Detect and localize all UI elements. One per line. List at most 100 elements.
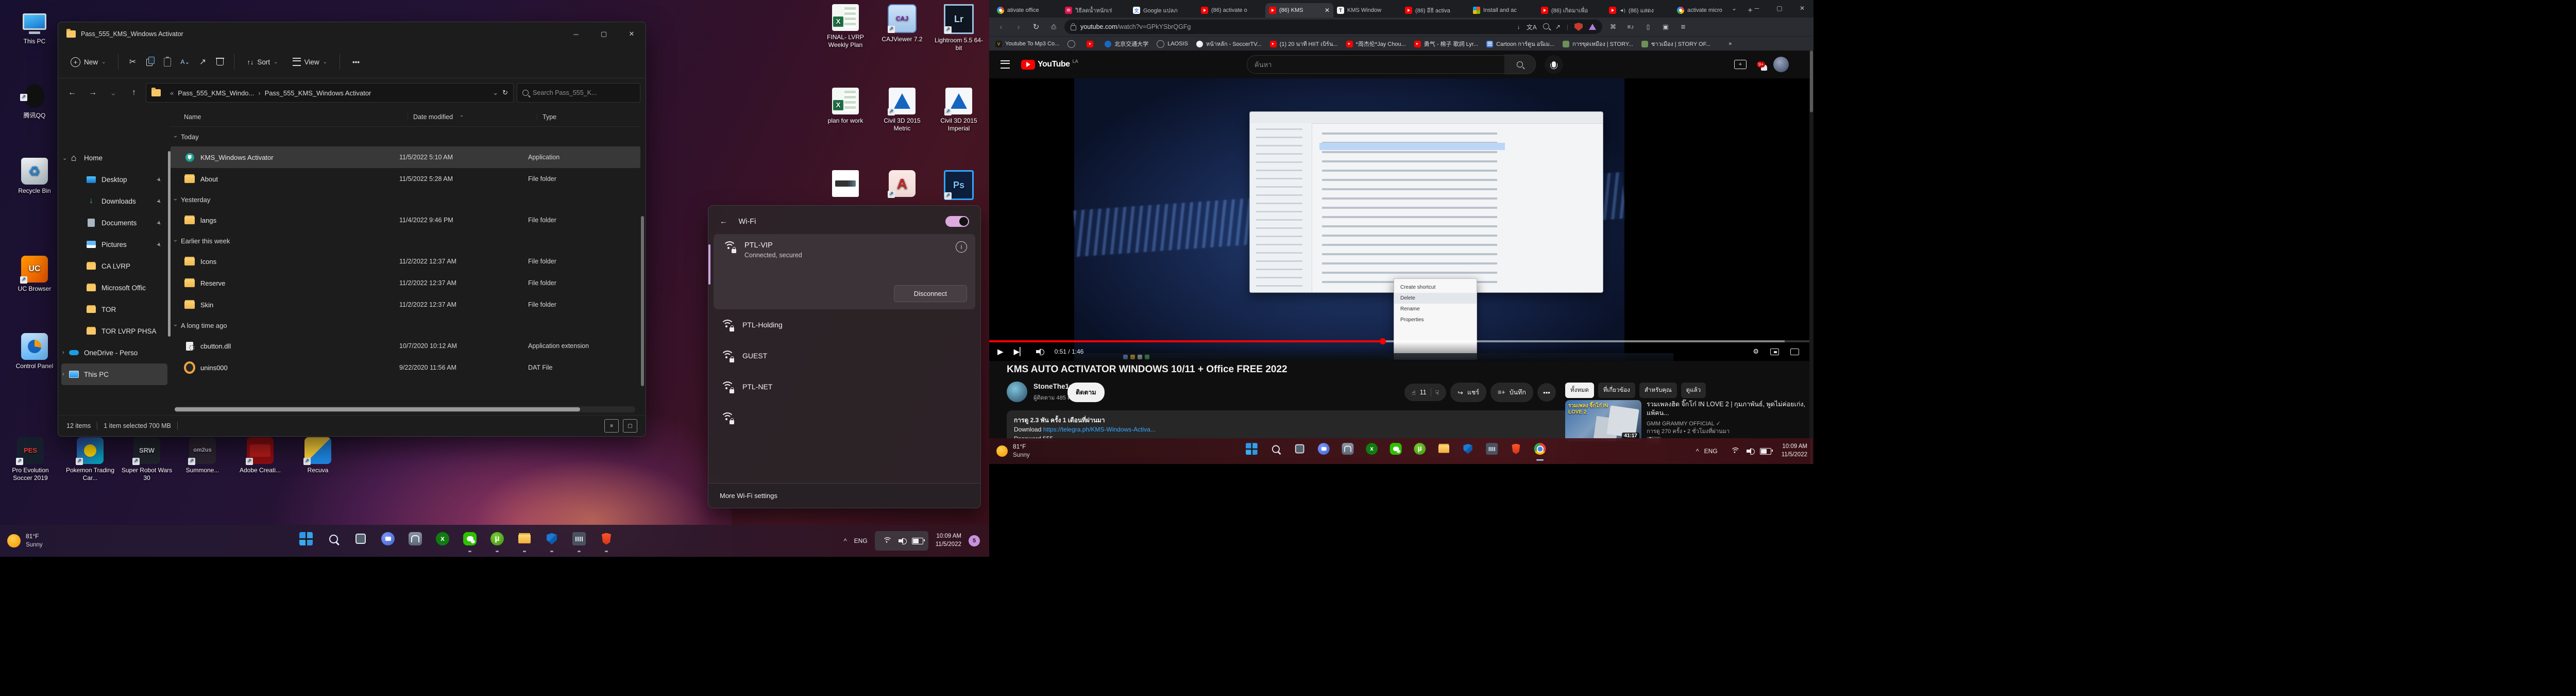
browser-tab[interactable]: ◄) (86) KMS ✕: [1265, 3, 1333, 18]
close-button[interactable]: ✕: [618, 23, 646, 45]
taskbar-icon[interactable]: [1386, 440, 1406, 461]
share-button[interactable]: ↪แชร์: [1450, 383, 1486, 402]
sidebar-item[interactable]: › OneDrive - Perso ➤: [61, 342, 167, 363]
taskbar-icon[interactable]: [1362, 440, 1382, 461]
show-desktop-button[interactable]: [1811, 438, 1814, 464]
sidebar-item[interactable]: CA LVRP ➤: [61, 255, 167, 277]
translate-icon[interactable]: 文A: [1527, 23, 1537, 31]
more-options-button[interactable]: •••: [346, 54, 366, 70]
desktop-icon[interactable]: Recuva: [291, 437, 345, 474]
system-tray-group[interactable]: [1723, 441, 1776, 461]
search-input[interactable]: ค้นหา: [1247, 55, 1520, 74]
taskbar-icon[interactable]: [404, 528, 427, 553]
search-input[interactable]: Search Pass_555_K...: [517, 83, 640, 103]
refresh-icon[interactable]: ↻: [502, 89, 508, 97]
browser-tab[interactable]: ◄) KMS Window ✕: [1333, 3, 1401, 18]
side-panel-icon[interactable]: ▯: [1641, 23, 1655, 30]
view-button[interactable]: View⌄: [286, 54, 333, 70]
youtube-logo[interactable]: YouTube LA: [1021, 60, 1078, 70]
info-icon[interactable]: i: [956, 241, 967, 253]
tray-overflow-chevron[interactable]: ^: [1696, 448, 1699, 455]
suggested-channel[interactable]: GMM GRAMMY OFFICIAL ✓: [1647, 420, 1809, 428]
filter-chip[interactable]: ทั้งหมด: [1565, 383, 1594, 398]
column-type[interactable]: Type: [537, 113, 640, 121]
sidebar-item[interactable]: TOR LVRP PHSA ➤: [61, 320, 167, 342]
sort-button[interactable]: ↑↓Sort⌄: [241, 54, 284, 70]
paste-button[interactable]: [160, 53, 175, 71]
table-row[interactable]: Skin 11/2/2022 12:37 AM File folder: [171, 294, 640, 316]
bookmark-item[interactable]: (1) 20 นาที HIIT เบิร์น...: [1270, 39, 1338, 48]
sidebar-item[interactable]: TOR ➤: [61, 299, 167, 320]
reload-button[interactable]: ↻: [1029, 22, 1043, 31]
desktop-icon[interactable]: [875, 170, 929, 200]
bookmark-item[interactable]: [1087, 41, 1096, 47]
recent-locations-button[interactable]: ⌄: [105, 84, 122, 102]
taskbar-icon[interactable]: [1434, 440, 1454, 461]
wifi-network-item[interactable]: [708, 402, 980, 433]
chrome-menu-icon[interactable]: ≡: [1676, 23, 1690, 31]
zoom-icon[interactable]: [1543, 23, 1549, 31]
sidebar-item[interactable]: Desktop ➤: [61, 169, 167, 190]
expand-chevron-icon[interactable]: ⌄: [62, 155, 69, 161]
wifi-network-item[interactable]: PTL-Holding: [708, 309, 980, 340]
address-bar[interactable]: youtube.com/watch?v=GPkYSbrQGFg ↓ 文A ↗ |…: [1064, 20, 1602, 34]
download-icon[interactable]: ↓: [1517, 23, 1520, 30]
create-video-button[interactable]: +: [1734, 60, 1747, 69]
explorer-titlebar[interactable]: Pass_555_KMS_Windows Activator ─ ▢ ✕: [58, 22, 646, 46]
sidebar-item[interactable]: Documents ➤: [61, 212, 167, 234]
bookmark-item[interactable]: Youtube To Mp3 Co...: [995, 41, 1059, 47]
play-button[interactable]: ▶: [997, 347, 1004, 356]
bookmark-item[interactable]: *周杰伦*Jay Chou...: [1346, 40, 1406, 48]
minimize-button[interactable]: ─: [1745, 0, 1768, 16]
language-indicator[interactable]: ENG: [1704, 448, 1718, 455]
download-link[interactable]: https://telegra.ph/KMS-Windows-Activa...: [1043, 426, 1156, 433]
desktop-icon[interactable]: Summone...: [175, 437, 230, 474]
desktop-icon[interactable]: plan for work: [818, 88, 873, 125]
details-view-button[interactable]: ≡: [604, 419, 619, 433]
table-row[interactable]: A long time ago: [171, 316, 640, 335]
sidebar-item[interactable]: Microsoft Offic ➤: [61, 277, 167, 299]
table-row[interactable]: unins000 9/22/2020 11:56 AM DAT File: [171, 357, 640, 378]
page-scrollbar[interactable]: [1809, 51, 1814, 439]
desktop-icon[interactable]: Civil 3D 2015 Imperial: [931, 88, 986, 132]
browser-tab[interactable]: ◄) วิธีลดน้ำหนักเร่ ✕: [1061, 3, 1129, 18]
filter-chip[interactable]: สำหรับคุณ: [1639, 383, 1677, 398]
taskbar-icon[interactable]: [1458, 440, 1478, 461]
tab-search-chevron[interactable]: ⌄: [1723, 0, 1745, 16]
minimize-button[interactable]: ─: [562, 23, 590, 45]
bookmark-item[interactable]: »: [1719, 41, 1732, 47]
desktop-icon[interactable]: CAJViewer 7.2: [875, 4, 929, 43]
taskbar-icon[interactable]: [1242, 440, 1262, 461]
desktop-icon[interactable]: This PC: [7, 8, 62, 45]
profile-avatar[interactable]: ▣: [1659, 23, 1672, 30]
table-row[interactable]: Icons 11/2/2022 12:37 AM File folder: [171, 251, 640, 272]
share-icon[interactable]: ↗: [1555, 23, 1561, 30]
sidebar-item[interactable]: Downloads ➤: [61, 190, 167, 212]
more-wifi-settings-link[interactable]: More Wi-Fi settings: [708, 483, 980, 508]
subscribe-button[interactable]: ติดตาม: [1067, 383, 1105, 402]
cut-button[interactable]: ✂: [125, 53, 140, 71]
rename-button[interactable]: A⌄: [177, 53, 193, 71]
tray-overflow-chevron[interactable]: ^: [844, 537, 847, 545]
clock[interactable]: 10:09 AM 11/5/2022: [936, 533, 961, 549]
like-dislike-pill[interactable]: ☝ 11 ☟: [1404, 384, 1446, 401]
bookmark-item[interactable]: LAOSIS: [1157, 40, 1188, 48]
close-button[interactable]: ✕: [1791, 0, 1814, 16]
back-button[interactable]: ←: [63, 84, 81, 102]
taskbar-icon[interactable]: [540, 528, 563, 553]
taskbar-icon[interactable]: [513, 528, 536, 553]
desktop-icon[interactable]: Lightroom 5.5 64-bit: [931, 4, 986, 52]
browser-tab[interactable]: ◄) Install and ac ✕: [1469, 3, 1537, 18]
vertical-scrollbar[interactable]: [641, 216, 644, 386]
breadcrumb-root[interactable]: Pass_555_KMS_Windo...: [178, 89, 254, 97]
wifi-network-item[interactable]: GUEST: [708, 340, 980, 371]
forward-button[interactable]: ›: [1012, 23, 1025, 31]
browser-tab[interactable]: ◄) (86) activate o ✕: [1197, 3, 1265, 18]
expand-chevron-icon[interactable]: ›: [62, 350, 69, 356]
next-button[interactable]: ▶▏: [1014, 347, 1026, 356]
up-button[interactable]: ↑: [125, 84, 143, 102]
desktop-icon[interactable]: FINAL- LVRP Weekly Plan: [818, 4, 873, 49]
back-button[interactable]: ←: [720, 218, 727, 226]
system-tray-group[interactable]: [875, 531, 928, 551]
bookmark-item[interactable]: [1067, 40, 1078, 48]
